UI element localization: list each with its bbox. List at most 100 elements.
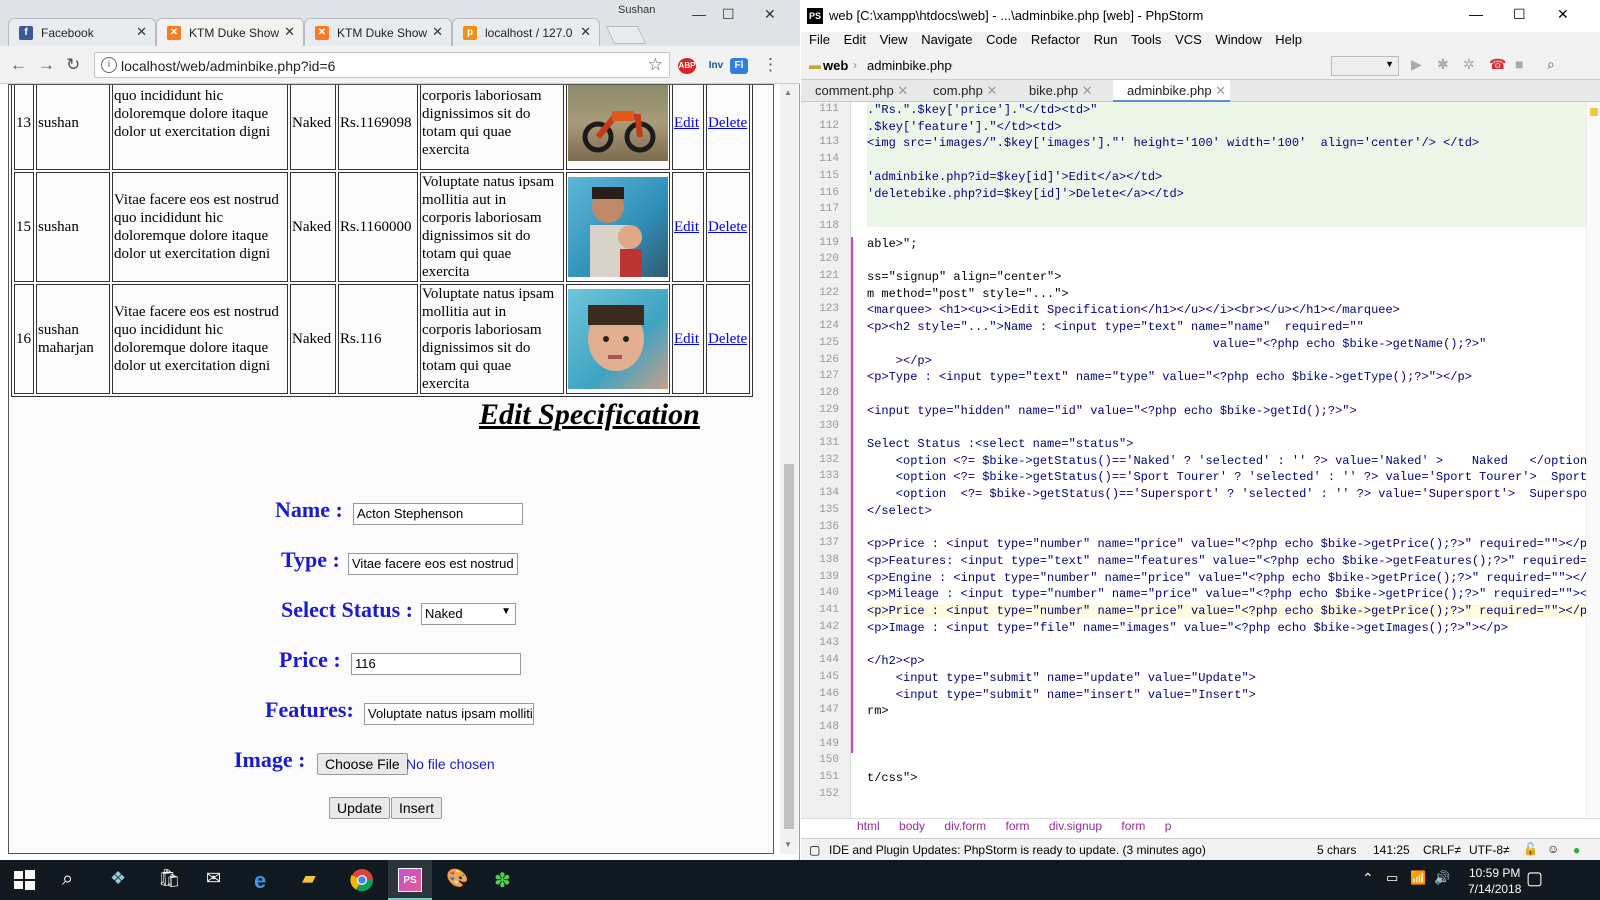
coverage-icon[interactable]: ✲ [1463,56,1475,73]
menu-file[interactable]: File [809,32,830,47]
menu-tools[interactable]: Tools [1131,32,1161,47]
delete-link[interactable]: Delete [708,331,747,347]
close-icon[interactable]: ✕ [432,24,443,40]
code-editor[interactable]: 111 112 113 114 115 116 117 118 119 120 121 122 123 1… [801,102,1600,818]
nav-file[interactable]: adminbike.php [867,58,952,73]
menu-window[interactable]: Window [1215,32,1261,47]
close-window-icon[interactable]: ✕ [764,6,776,23]
wifi-icon[interactable]: 📶 [1410,870,1426,886]
crumb-form[interactable]: form [1006,819,1030,833]
clover-icon[interactable]: ✽ [494,868,518,892]
maximize-icon[interactable]: ☐ [1513,6,1526,23]
scroll-up-icon[interactable]: ▲ [784,88,792,97]
menu-vcs[interactable]: VCS [1175,32,1202,47]
reload-icon[interactable]: ↻ [66,55,80,75]
caret-position[interactable]: 141:25 [1373,843,1410,857]
close-icon[interactable]: ✕ [136,24,147,40]
status-message[interactable]: IDE and Plugin Updates: PhpStorm is read… [829,843,1206,857]
taskbar-clock[interactable]: 10:59 PM 7/14/2018 [1468,865,1521,897]
volume-icon[interactable]: 🔊 [1434,870,1450,886]
menu-view[interactable]: View [880,32,908,47]
fl-extension-icon[interactable]: Fl [730,58,748,74]
features-input[interactable]: Voluptate natus ipsam molliti [364,703,534,725]
tab-ktm-duke-2[interactable]: ✕ KTM Duke Show ✕ [304,18,452,46]
task-view-icon[interactable]: ❖ [110,868,134,892]
chrome-icon[interactable] [350,868,374,892]
crumb-div-form[interactable]: div.form [944,819,986,833]
minimize-icon[interactable]: — [692,6,706,22]
tab-com-php[interactable]: com.php ✕ [919,80,1001,102]
minimize-icon[interactable]: — [1469,6,1483,22]
delete-link[interactable]: Delete [708,115,747,131]
line-separator[interactable]: CRLF≠ [1423,843,1461,857]
inspector-icon[interactable]: ☺ [1547,842,1559,856]
close-icon[interactable]: ✕ [897,83,908,98]
file-explorer-icon[interactable]: ▰ [302,868,326,892]
tool-window-icon[interactable]: ▢ [809,843,820,857]
edge-icon[interactable]: e [254,868,278,893]
menu-refactor[interactable]: Refactor [1031,32,1080,47]
edit-link[interactable]: Edit [674,115,699,131]
delete-link[interactable]: Delete [708,219,747,235]
bookmark-star-icon[interactable]: ☆ [648,55,663,75]
close-icon[interactable]: ✕ [284,24,295,40]
tab-comment-php[interactable]: comment.php ✕ [801,80,912,102]
crumb-p[interactable]: p [1165,819,1172,833]
file-encoding[interactable]: UTF-8≠ [1469,843,1510,857]
new-tab-button[interactable] [605,26,647,44]
profile-name[interactable]: Sushan [618,4,655,16]
mail-icon[interactable]: ✉ [206,868,230,892]
run-config-dropdown[interactable]: ▼ [1331,56,1399,76]
type-input[interactable]: Vitae facere eos est nostrud [348,553,518,575]
action-center-icon[interactable]: ▢ [1526,868,1543,889]
crumb-div-signup[interactable]: div.signup [1049,819,1102,833]
edit-link[interactable]: Edit [674,219,699,235]
scroll-thumb[interactable] [784,464,794,829]
close-icon[interactable]: ✕ [580,24,591,40]
menu-code[interactable]: Code [986,32,1017,47]
paint-icon[interactable]: 🎨 [446,868,470,892]
name-input[interactable]: Acton Stephenson [353,503,523,525]
inv-extension-icon[interactable]: Inv [704,58,728,74]
crumb-body[interactable]: body [899,819,925,833]
adblock-icon[interactable]: ABP [678,58,696,74]
listen-debug-icon[interactable]: ☎ [1489,56,1506,73]
store-icon[interactable]: 🛍 [158,868,182,892]
close-window-icon[interactable]: ✕ [1557,6,1569,23]
price-input[interactable]: 116 [351,653,521,675]
menu-run[interactable]: Run [1094,32,1118,47]
debug-icon[interactable]: ✱ [1437,56,1449,73]
close-icon[interactable]: ✕ [1082,83,1093,98]
run-icon[interactable]: ▶ [1411,56,1422,73]
crumb-html[interactable]: html [857,819,880,833]
address-bar[interactable]: i localhost/web/adminbike.php?id=6 ☆ [94,52,670,78]
choose-file-button[interactable]: Choose File [317,753,408,775]
tab-phpmyadmin[interactable]: p localhost / 127.0 ✕ [452,18,600,46]
chevron-up-icon[interactable]: ⌃ [1362,870,1374,887]
lock-icon[interactable]: 🔓 [1523,842,1538,856]
crumb-form[interactable]: form [1121,819,1145,833]
menu-edit[interactable]: Edit [844,32,866,47]
search-icon[interactable]: ⌕ [1547,56,1555,73]
close-icon[interactable]: ✕ [1215,83,1226,98]
maximize-icon[interactable]: ☐ [722,6,735,23]
stop-icon[interactable]: ■ [1515,56,1523,72]
close-icon[interactable]: ✕ [987,83,998,98]
menu-navigate[interactable]: Navigate [921,32,972,47]
tab-bike-php[interactable]: bike.php ✕ [1015,80,1097,102]
scroll-down-icon[interactable]: ▼ [784,840,792,849]
info-icon[interactable]: i [101,57,117,73]
search-icon[interactable]: ⌕ [62,868,86,892]
forward-icon[interactable]: → [38,55,55,75]
back-icon[interactable]: ← [10,55,27,75]
status-select[interactable]: Naked ▼ [421,603,516,625]
insert-button[interactable]: Insert [391,797,443,819]
event-log-icon[interactable]: ● [1573,843,1580,857]
update-button[interactable]: Update [329,797,391,819]
nav-project[interactable]: web [823,58,848,73]
tab-adminbike-php[interactable]: adminbike.php ✕ [1113,80,1231,102]
windows-start-icon[interactable] [12,868,36,892]
tab-facebook[interactable]: f Facebook ✕ [8,18,156,46]
page-scrollbar[interactable]: ▲ ▼ [780,84,798,854]
edit-link[interactable]: Edit [674,331,699,347]
